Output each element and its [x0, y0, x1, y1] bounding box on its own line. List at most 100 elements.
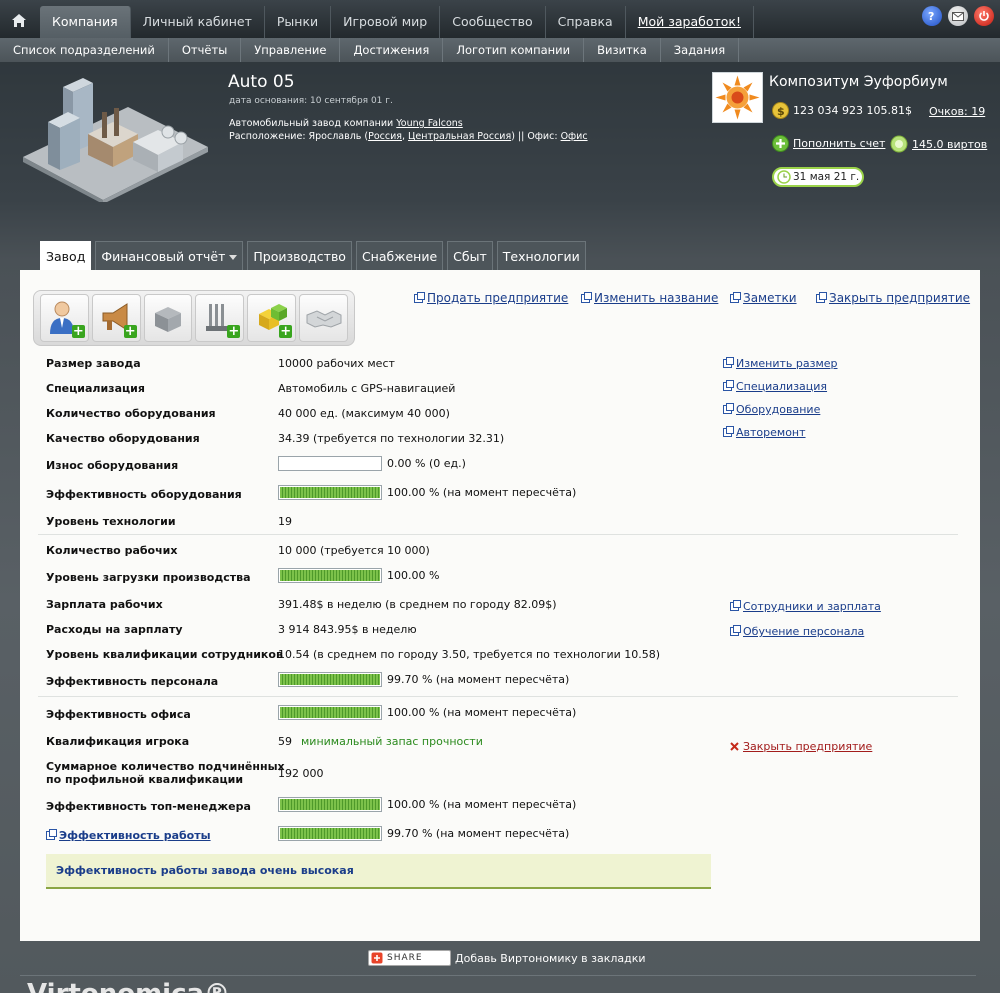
factory-size-value: 10000 рабочих мест [278, 357, 395, 370]
advertising-icon[interactable]: + [91, 294, 141, 342]
close-icon [730, 742, 739, 751]
notes-label[interactable]: Заметки [743, 291, 797, 305]
plus-icon: + [71, 324, 85, 339]
nav-my-earnings[interactable]: Мой заработок! [626, 6, 754, 38]
power-icon[interactable] [974, 6, 994, 26]
game-date-text: 31 мая 21 г. [793, 171, 860, 183]
staff-qualification-label: Уровень квалификации сотрудников [46, 648, 283, 661]
workers-count-label: Количество рабочих [46, 544, 178, 557]
unit-title: Auto 05 [228, 72, 295, 92]
sell-enterprise-link[interactable]: Продать предприятие [414, 291, 568, 305]
share-button[interactable]: SHARE [368, 950, 451, 966]
auto-repair-link[interactable]: Авторемонт [723, 426, 806, 439]
nav-markets[interactable]: Рынки [265, 6, 332, 38]
top-bar: Компания Личный кабинет Рынки Игровой ми… [0, 0, 1000, 38]
tab-financial-report[interactable]: Финансовый отчёт [95, 241, 244, 270]
work-efficiency-text: 99.70 % (на момент пересчёта) [387, 827, 570, 840]
tab-supply[interactable]: Снабжение [355, 241, 444, 270]
external-link-icon [730, 625, 741, 636]
equipment-wear-label: Износ оборудования [46, 459, 179, 472]
nav-help[interactable]: Справка [546, 6, 626, 38]
specialization-link-label[interactable]: Специализация [736, 380, 827, 393]
office-prefix: ) || Офис: [511, 131, 558, 142]
equipment-quality-label: Качество оборудования [46, 432, 200, 445]
work-efficiency-label[interactable]: Эффективность работы [59, 829, 211, 842]
nav-game-world[interactable]: Игровой мир [331, 6, 441, 38]
subnav-company-logo[interactable]: Логотип компании [443, 38, 585, 62]
notes-link[interactable]: Заметки [730, 291, 797, 305]
subnav-business-card[interactable]: Визитка [584, 38, 661, 62]
tab-factory[interactable]: Завод [40, 241, 92, 271]
workers-count-value: 10 000 (требуется 10 000) [278, 544, 430, 557]
subnav-reports[interactable]: Отчёты [169, 38, 242, 62]
points-link[interactable]: Очков: 19 [929, 105, 985, 118]
staff-training-link[interactable]: Обучение персонала [730, 625, 864, 638]
dropdown-caret-icon [229, 255, 238, 260]
equipment-icon[interactable]: + [195, 294, 245, 342]
rename-link[interactable]: Изменить название [581, 291, 718, 305]
topup-label[interactable]: Пополнить счет [793, 137, 885, 150]
virts-link[interactable]: 145.0 виртов [890, 135, 987, 153]
salary-cost-text: 3 914 843.95$ в неделю [278, 623, 417, 636]
country-link[interactable]: Россия [368, 131, 402, 142]
nav-community[interactable]: Сообщество [440, 6, 546, 38]
work-efficiency-bar [278, 826, 382, 841]
resize-label[interactable]: Изменить размер [736, 357, 838, 370]
staff-salary-link[interactable]: Сотрудники и зарплата [730, 600, 881, 613]
rename-label[interactable]: Изменить название [594, 291, 718, 305]
region-link[interactable]: Центральная Россия [408, 131, 511, 142]
nav-company[interactable]: Компания [40, 6, 131, 38]
specialization-link[interactable]: Специализация [723, 380, 827, 393]
tab-technologies[interactable]: Технологии [496, 241, 586, 270]
svg-text:?: ? [928, 10, 934, 22]
topup-link[interactable]: Пополнить счет [772, 135, 885, 152]
equipment-link[interactable]: Оборудование [723, 403, 820, 416]
company-logo[interactable] [712, 72, 763, 123]
cubes-icon[interactable]: + [247, 294, 297, 342]
staff-efficiency-text: 99.70 % (на момент пересчёта) [387, 673, 570, 686]
resize-link[interactable]: Изменить размер [723, 357, 838, 370]
subnav-management[interactable]: Управление [241, 38, 341, 62]
close-enterprise-top-link[interactable]: Закрыть предприятие [816, 291, 970, 305]
specialization-text: Автомобиль с GPS-навигацией [278, 382, 456, 395]
auto-repair-label[interactable]: Авторемонт [736, 426, 806, 439]
equipment-link-label[interactable]: Оборудование [736, 403, 820, 416]
company-link[interactable]: Young Falcons [396, 118, 463, 129]
work-efficiency-link[interactable]: Эффективность работы [46, 829, 211, 842]
tab-sales[interactable]: Сбыт [447, 241, 493, 270]
workers-salary-value: 391.48$ в неделю (в среднем по городу 82… [278, 598, 557, 611]
top-manager-efficiency-text: 100.00 % (на момент пересчёта) [387, 798, 577, 811]
close-enterprise-link[interactable]: Закрыть предприятие [730, 740, 872, 753]
virts-amount[interactable]: 145.0 виртов [912, 138, 987, 151]
tab-production[interactable]: Производство [247, 241, 352, 270]
office-efficiency-bar [278, 705, 382, 720]
sell-enterprise-label[interactable]: Продать предприятие [427, 291, 568, 305]
salary-cost-label: Расходы на зарплату [46, 623, 183, 636]
staff-qualification-text: 10.54 (в среднем по городу 3.50, требует… [278, 648, 661, 661]
equipment-efficiency-text: 100.00 % (на момент пересчёта) [387, 486, 577, 499]
main-panel: + + + + Продать предприятие Изменить наз… [20, 270, 980, 941]
help-icon[interactable]: ? [922, 6, 942, 26]
subnav-achievements[interactable]: Достижения [340, 38, 444, 62]
staff-efficiency-label: Эффективность персонала [46, 675, 219, 688]
office-link[interactable]: Офис [561, 131, 588, 142]
close-enterprise-top-label[interactable]: Закрыть предприятие [829, 291, 970, 305]
external-link-icon [581, 291, 592, 303]
tech-level-text: 19 [278, 515, 292, 528]
handshake-icon[interactable] [299, 294, 348, 342]
staff-training-label[interactable]: Обучение персонала [743, 625, 864, 638]
tech-level-value: 19 [278, 515, 292, 528]
external-link-icon [730, 291, 741, 303]
production-load-bar [278, 568, 382, 583]
hire-manager-icon[interactable]: + [40, 294, 89, 342]
close-enterprise-label[interactable]: Закрыть предприятие [743, 740, 872, 753]
subnav-tasks[interactable]: Задания [661, 38, 740, 62]
subnav-units-list[interactable]: Список подразделений [0, 38, 169, 62]
box-icon[interactable] [143, 294, 193, 342]
staff-salary-label[interactable]: Сотрудники и зарплата [743, 600, 881, 613]
home-icon[interactable] [4, 6, 34, 34]
company-name: Композитум Эуфорбиум [769, 74, 948, 90]
external-link-icon [816, 291, 827, 303]
nav-personal-cabinet[interactable]: Личный кабинет [131, 6, 265, 38]
mail-icon[interactable] [948, 6, 968, 26]
